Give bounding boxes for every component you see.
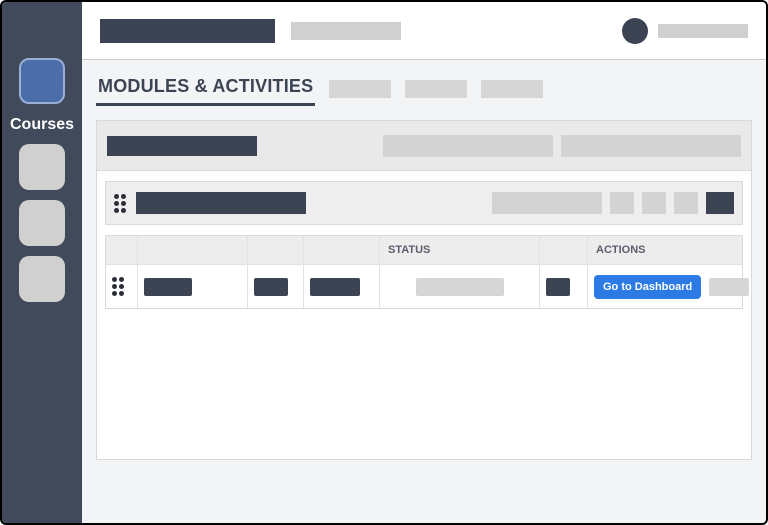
section-header <box>97 121 751 171</box>
grid-row: Go to Dashboard <box>106 264 742 308</box>
breadcrumb-secondary <box>291 22 401 40</box>
cell-status <box>380 265 540 308</box>
cell-title <box>138 265 248 308</box>
grid-head-actions: ACTIONS <box>588 236 742 264</box>
sidebar-item-label: Courses <box>10 116 74 134</box>
cell-drag <box>106 265 138 308</box>
grid-head-drag <box>106 236 138 264</box>
grid-head-status: STATUS <box>380 236 540 264</box>
header <box>82 2 766 60</box>
tab-placeholder[interactable] <box>329 80 391 98</box>
section-action-placeholder[interactable] <box>383 135 553 157</box>
sidebar-item-placeholder[interactable] <box>19 256 65 302</box>
cell <box>304 265 380 308</box>
tabs: MODULES & ACTIVITIES <box>96 72 752 106</box>
module-icon-placeholder[interactable] <box>674 192 698 214</box>
modules-card: STATUS ACTIONS <box>96 120 752 460</box>
activities-grid: STATUS ACTIONS <box>105 235 743 309</box>
user-name-placeholder <box>658 24 748 38</box>
avatar[interactable] <box>622 18 648 44</box>
module-badge-placeholder <box>492 192 602 214</box>
module-title-placeholder <box>136 192 306 214</box>
grid-head-col <box>540 236 588 264</box>
sidebar-item-placeholder[interactable] <box>19 144 65 190</box>
drag-handle-icon[interactable] <box>112 277 126 296</box>
section-action-placeholder[interactable] <box>561 135 741 157</box>
section-title-placeholder <box>107 136 257 156</box>
breadcrumb-primary <box>100 19 275 43</box>
cell-actions: Go to Dashboard <box>588 265 755 308</box>
grid-head-col <box>304 236 380 264</box>
module-action-button[interactable] <box>706 192 734 214</box>
content: MODULES & ACTIVITIES <box>82 60 766 523</box>
module-icon-placeholder[interactable] <box>642 192 666 214</box>
go-to-dashboard-button[interactable]: Go to Dashboard <box>594 275 701 299</box>
sidebar: Courses <box>2 2 82 523</box>
grid-head-col <box>138 236 248 264</box>
drag-handle-icon[interactable] <box>114 194 128 213</box>
tab-placeholder[interactable] <box>405 80 467 98</box>
cell <box>540 265 588 308</box>
sidebar-item-placeholder[interactable] <box>19 200 65 246</box>
grid-header: STATUS ACTIONS <box>106 236 742 264</box>
sidebar-item-courses[interactable] <box>19 58 65 104</box>
grid-head-col <box>248 236 304 264</box>
action-placeholder[interactable] <box>709 278 749 296</box>
module-icon-placeholder[interactable] <box>610 192 634 214</box>
tab-placeholder[interactable] <box>481 80 543 98</box>
module-row <box>105 181 743 225</box>
cell <box>248 265 304 308</box>
tab-modules-activities[interactable]: MODULES & ACTIVITIES <box>96 72 315 106</box>
